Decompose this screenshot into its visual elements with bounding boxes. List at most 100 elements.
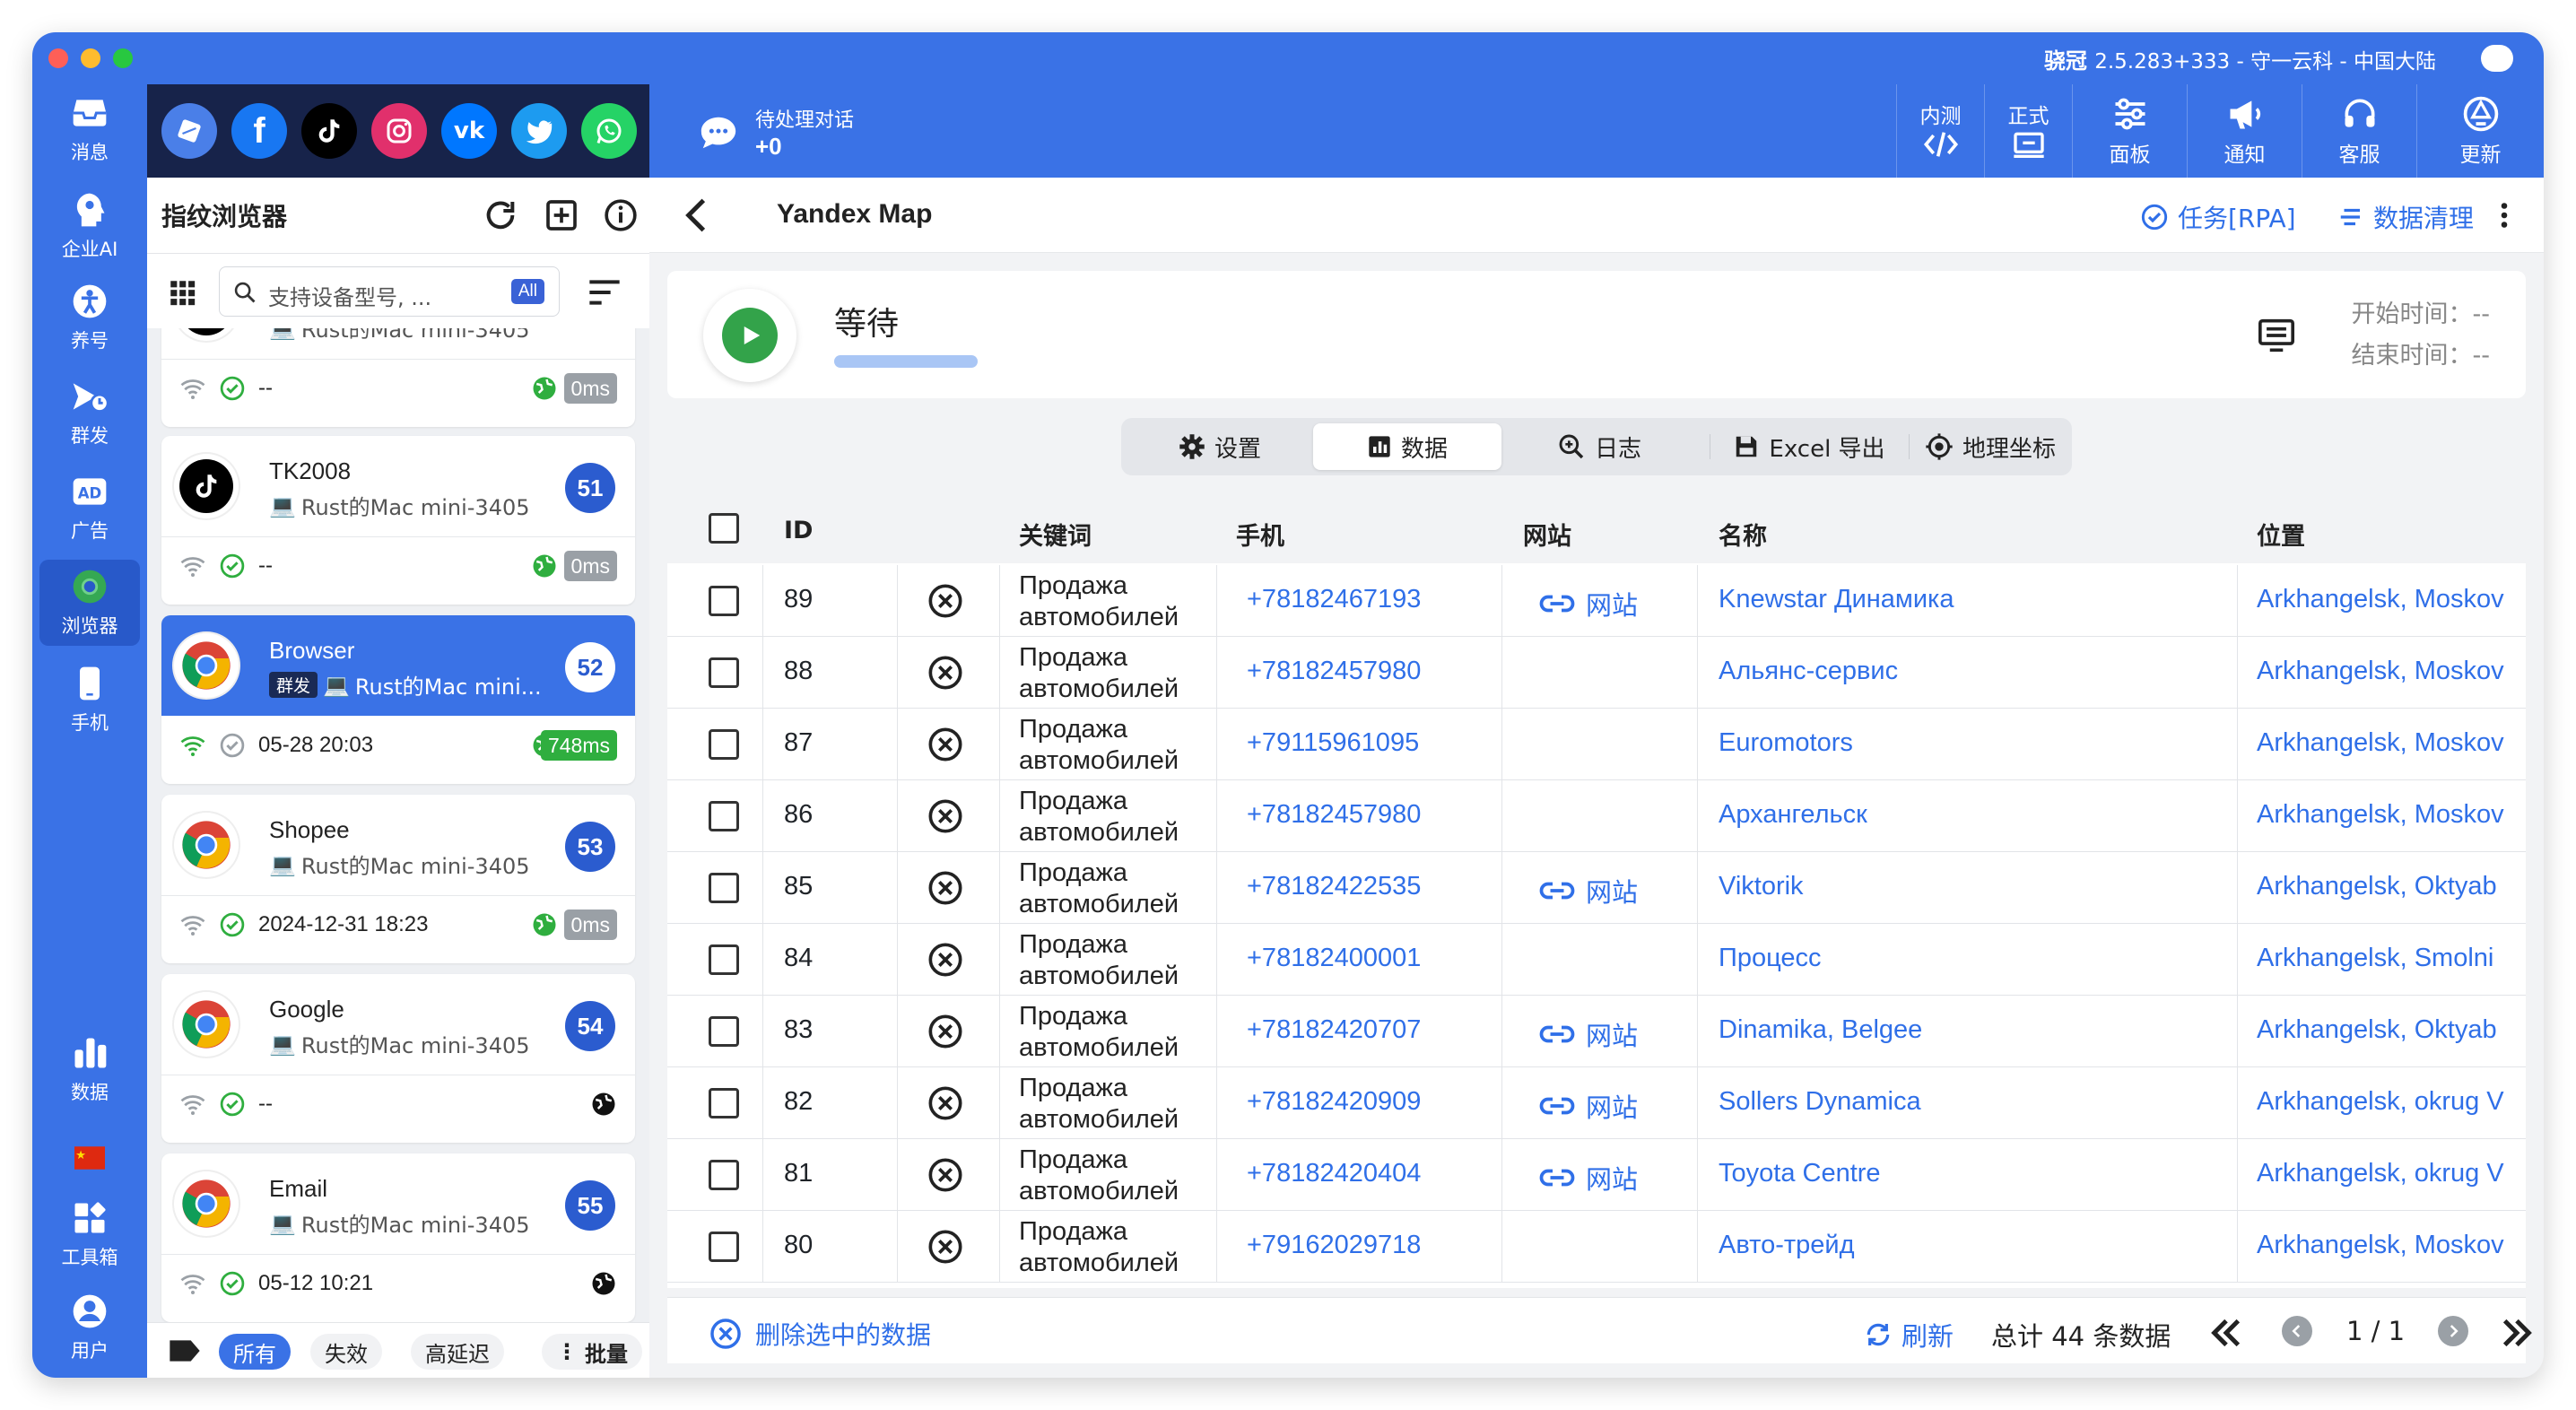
row-checkbox[interactable] — [709, 944, 739, 975]
row-phone-link[interactable]: +78182400001 — [1247, 944, 1421, 973]
row-phone-link[interactable]: +79115961095 — [1247, 728, 1419, 758]
beta-channel-button[interactable]: 内测 — [1896, 84, 1984, 178]
row-checkbox[interactable] — [709, 1016, 739, 1047]
row-location-link[interactable]: Arkhangelsk, Moskov — [2257, 657, 2517, 686]
table-row[interactable]: 88 Продажа автомобилей +78182457980 Альянс-… — [667, 637, 2526, 709]
row-name-link[interactable]: Dinamika, Belgee — [1719, 1015, 1922, 1045]
remove-row-icon[interactable] — [927, 655, 963, 691]
profile-card[interactable]: 💻 Rust的Mac mini-3405 -- 0ms — [161, 328, 635, 427]
support-button[interactable]: 客服 — [2302, 84, 2416, 178]
monitor-icon[interactable] — [2257, 318, 2296, 353]
table-row[interactable]: 86 Продажа автомобилей +78182457980 Арханге… — [667, 780, 2526, 852]
nav-messages[interactable]: 消息 — [32, 86, 147, 172]
table-row[interactable]: 87 Продажа автомобилей +79115961095 Euromot… — [667, 709, 2526, 780]
search-scope-badge[interactable]: All — [510, 279, 544, 304]
remove-row-icon[interactable] — [927, 1157, 963, 1193]
nav-browser[interactable]: 浏览器 — [39, 560, 140, 646]
row-phone-link[interactable]: +78182420909 — [1247, 1087, 1421, 1117]
nav-user[interactable]: 用户 — [32, 1284, 147, 1371]
nav-phone[interactable]: 手机 — [32, 657, 147, 743]
profile-card-google[interactable]: Google 💻 Rust的Mac mini-3405 54 -- — [161, 974, 635, 1143]
row-name-link[interactable]: Viktorik — [1719, 872, 1804, 901]
remove-row-icon[interactable] — [927, 942, 963, 978]
row-phone-link[interactable]: +78182420404 — [1247, 1159, 1421, 1188]
remove-row-icon[interactable] — [927, 870, 963, 906]
row-website-link[interactable]: 网站 — [1539, 872, 1638, 910]
tab-settings[interactable]: 设置 — [1130, 423, 1310, 470]
row-name-link[interactable]: Knewstar Динамика — [1719, 585, 1954, 614]
row-location-link[interactable]: Arkhangelsk, Smolni — [2257, 944, 2517, 973]
row-phone-link[interactable]: +79162029718 — [1247, 1231, 1421, 1260]
zoom-window-button[interactable] — [113, 48, 133, 68]
batch-button[interactable]: ⋮ 批量 — [542, 1334, 642, 1370]
row-phone-link[interactable]: +78182457980 — [1247, 800, 1421, 830]
row-phone-link[interactable]: +78182467193 — [1247, 585, 1421, 614]
table-row[interactable]: 80 Продажа автомобилей +79162029718 Авто-тр… — [667, 1211, 2526, 1283]
nav-ads[interactable]: AD 广告 — [32, 465, 147, 551]
row-name-link[interactable]: Sollers Dynamica — [1719, 1087, 1921, 1117]
row-name-link[interactable]: Euromotors — [1719, 728, 1853, 758]
tab-geo-coordinates[interactable]: 地理坐标 — [1914, 423, 2067, 470]
first-page-icon[interactable] — [2208, 1318, 2244, 1348]
nav-broadcast[interactable]: 群发 — [32, 370, 147, 456]
row-location-link[interactable]: Arkhangelsk, Moskov — [2257, 1231, 2517, 1260]
more-vertical-icon[interactable] — [2499, 199, 2510, 231]
remove-row-icon[interactable] — [927, 798, 963, 834]
sort-icon[interactable] — [587, 277, 622, 308]
row-name-link[interactable]: Архангельск — [1719, 800, 1867, 830]
row-website-link[interactable]: 网站 — [1539, 1015, 1638, 1053]
row-phone-link[interactable]: +78182422535 — [1247, 872, 1421, 901]
row-checkbox[interactable] — [709, 1160, 739, 1190]
filter-invalid-button[interactable]: 失效 — [310, 1334, 382, 1370]
row-phone-link[interactable]: +78182420707 — [1247, 1015, 1421, 1045]
row-checkbox[interactable] — [709, 801, 739, 831]
refresh-icon[interactable] — [483, 197, 518, 233]
info-icon[interactable] — [603, 197, 639, 233]
nav-account-nurture[interactable]: 养号 — [32, 274, 147, 361]
table-row[interactable]: 82 Продажа автомобилей +78182420909 网站 Solle… — [667, 1067, 2526, 1139]
remove-row-icon[interactable] — [927, 583, 963, 619]
theme-toggle[interactable] — [2481, 45, 2513, 72]
profile-card-tk2008[interactable]: TK2008 💻 Rust的Mac mini-3405 51 -- 0ms — [161, 436, 635, 605]
row-phone-link[interactable]: +78182457980 — [1247, 657, 1421, 686]
twitter-icon[interactable] — [511, 103, 567, 159]
update-button[interactable]: 更新 — [2416, 84, 2544, 178]
profile-card-shopee[interactable]: Shopee 💻 Rust的Mac mini-3405 53 2024-12-31… — [161, 795, 635, 963]
remove-row-icon[interactable] — [927, 1229, 963, 1265]
table-row[interactable]: 89 Продажа автомобилей +78182467193 网站 Knews… — [667, 565, 2526, 637]
tag-icon[interactable] — [167, 1337, 203, 1364]
nav-data[interactable]: 数据 — [32, 1026, 147, 1112]
row-checkbox[interactable] — [709, 657, 739, 688]
last-page-icon[interactable] — [2499, 1318, 2535, 1348]
nav-region[interactable] — [32, 1134, 147, 1188]
filter-all-button[interactable]: 所有 — [219, 1334, 291, 1370]
row-checkbox[interactable] — [709, 729, 739, 760]
remove-row-icon[interactable] — [927, 727, 963, 762]
remove-row-icon[interactable] — [927, 1085, 963, 1121]
instagram-icon[interactable] — [371, 103, 427, 159]
close-window-button[interactable] — [48, 48, 68, 68]
row-location-link[interactable]: Arkhangelsk, Moskov — [2257, 585, 2517, 614]
back-arrow-icon[interactable] — [680, 197, 712, 233]
data-clean-link[interactable]: 数据清理 — [2337, 199, 2474, 235]
add-icon[interactable] — [544, 197, 579, 233]
row-name-link[interactable]: Toyota Centre — [1719, 1159, 1881, 1188]
prev-page-button[interactable] — [2282, 1316, 2312, 1346]
refresh-button[interactable]: 刷新 — [1864, 1316, 1954, 1353]
panel-button[interactable]: 面板 — [2072, 84, 2187, 178]
profile-card-email[interactable]: Email 💻 Rust的Mac mini-3405 55 05-12 10:21 — [161, 1153, 635, 1322]
row-location-link[interactable]: Arkhangelsk, okrug V — [2257, 1159, 2517, 1188]
table-row[interactable]: 85 Продажа автомобилей +78182422535 网站 Vikto… — [667, 852, 2526, 924]
row-name-link[interactable]: Авто-трейд — [1719, 1231, 1855, 1260]
row-location-link[interactable]: Arkhangelsk, Oktyab — [2257, 872, 2517, 901]
profile-card-browser[interactable]: Browser 群发 💻 Rust的Mac mini... 52 05-28 20… — [161, 615, 635, 784]
task-rpa-link[interactable]: 任务[RPA] — [2140, 199, 2296, 235]
whatsapp-icon[interactable] — [581, 103, 637, 159]
remove-row-icon[interactable] — [927, 1014, 963, 1049]
row-checkbox[interactable] — [709, 873, 739, 903]
pending-conversations[interactable]: 待处理对话 +0 — [698, 104, 854, 161]
row-checkbox[interactable] — [709, 1232, 739, 1262]
row-location-link[interactable]: Arkhangelsk, Oktyab — [2257, 1015, 2517, 1045]
table-row[interactable]: 81 Продажа автомобилей +78182420404 网站 Toyot… — [667, 1139, 2526, 1211]
select-all-checkbox[interactable] — [709, 513, 739, 544]
